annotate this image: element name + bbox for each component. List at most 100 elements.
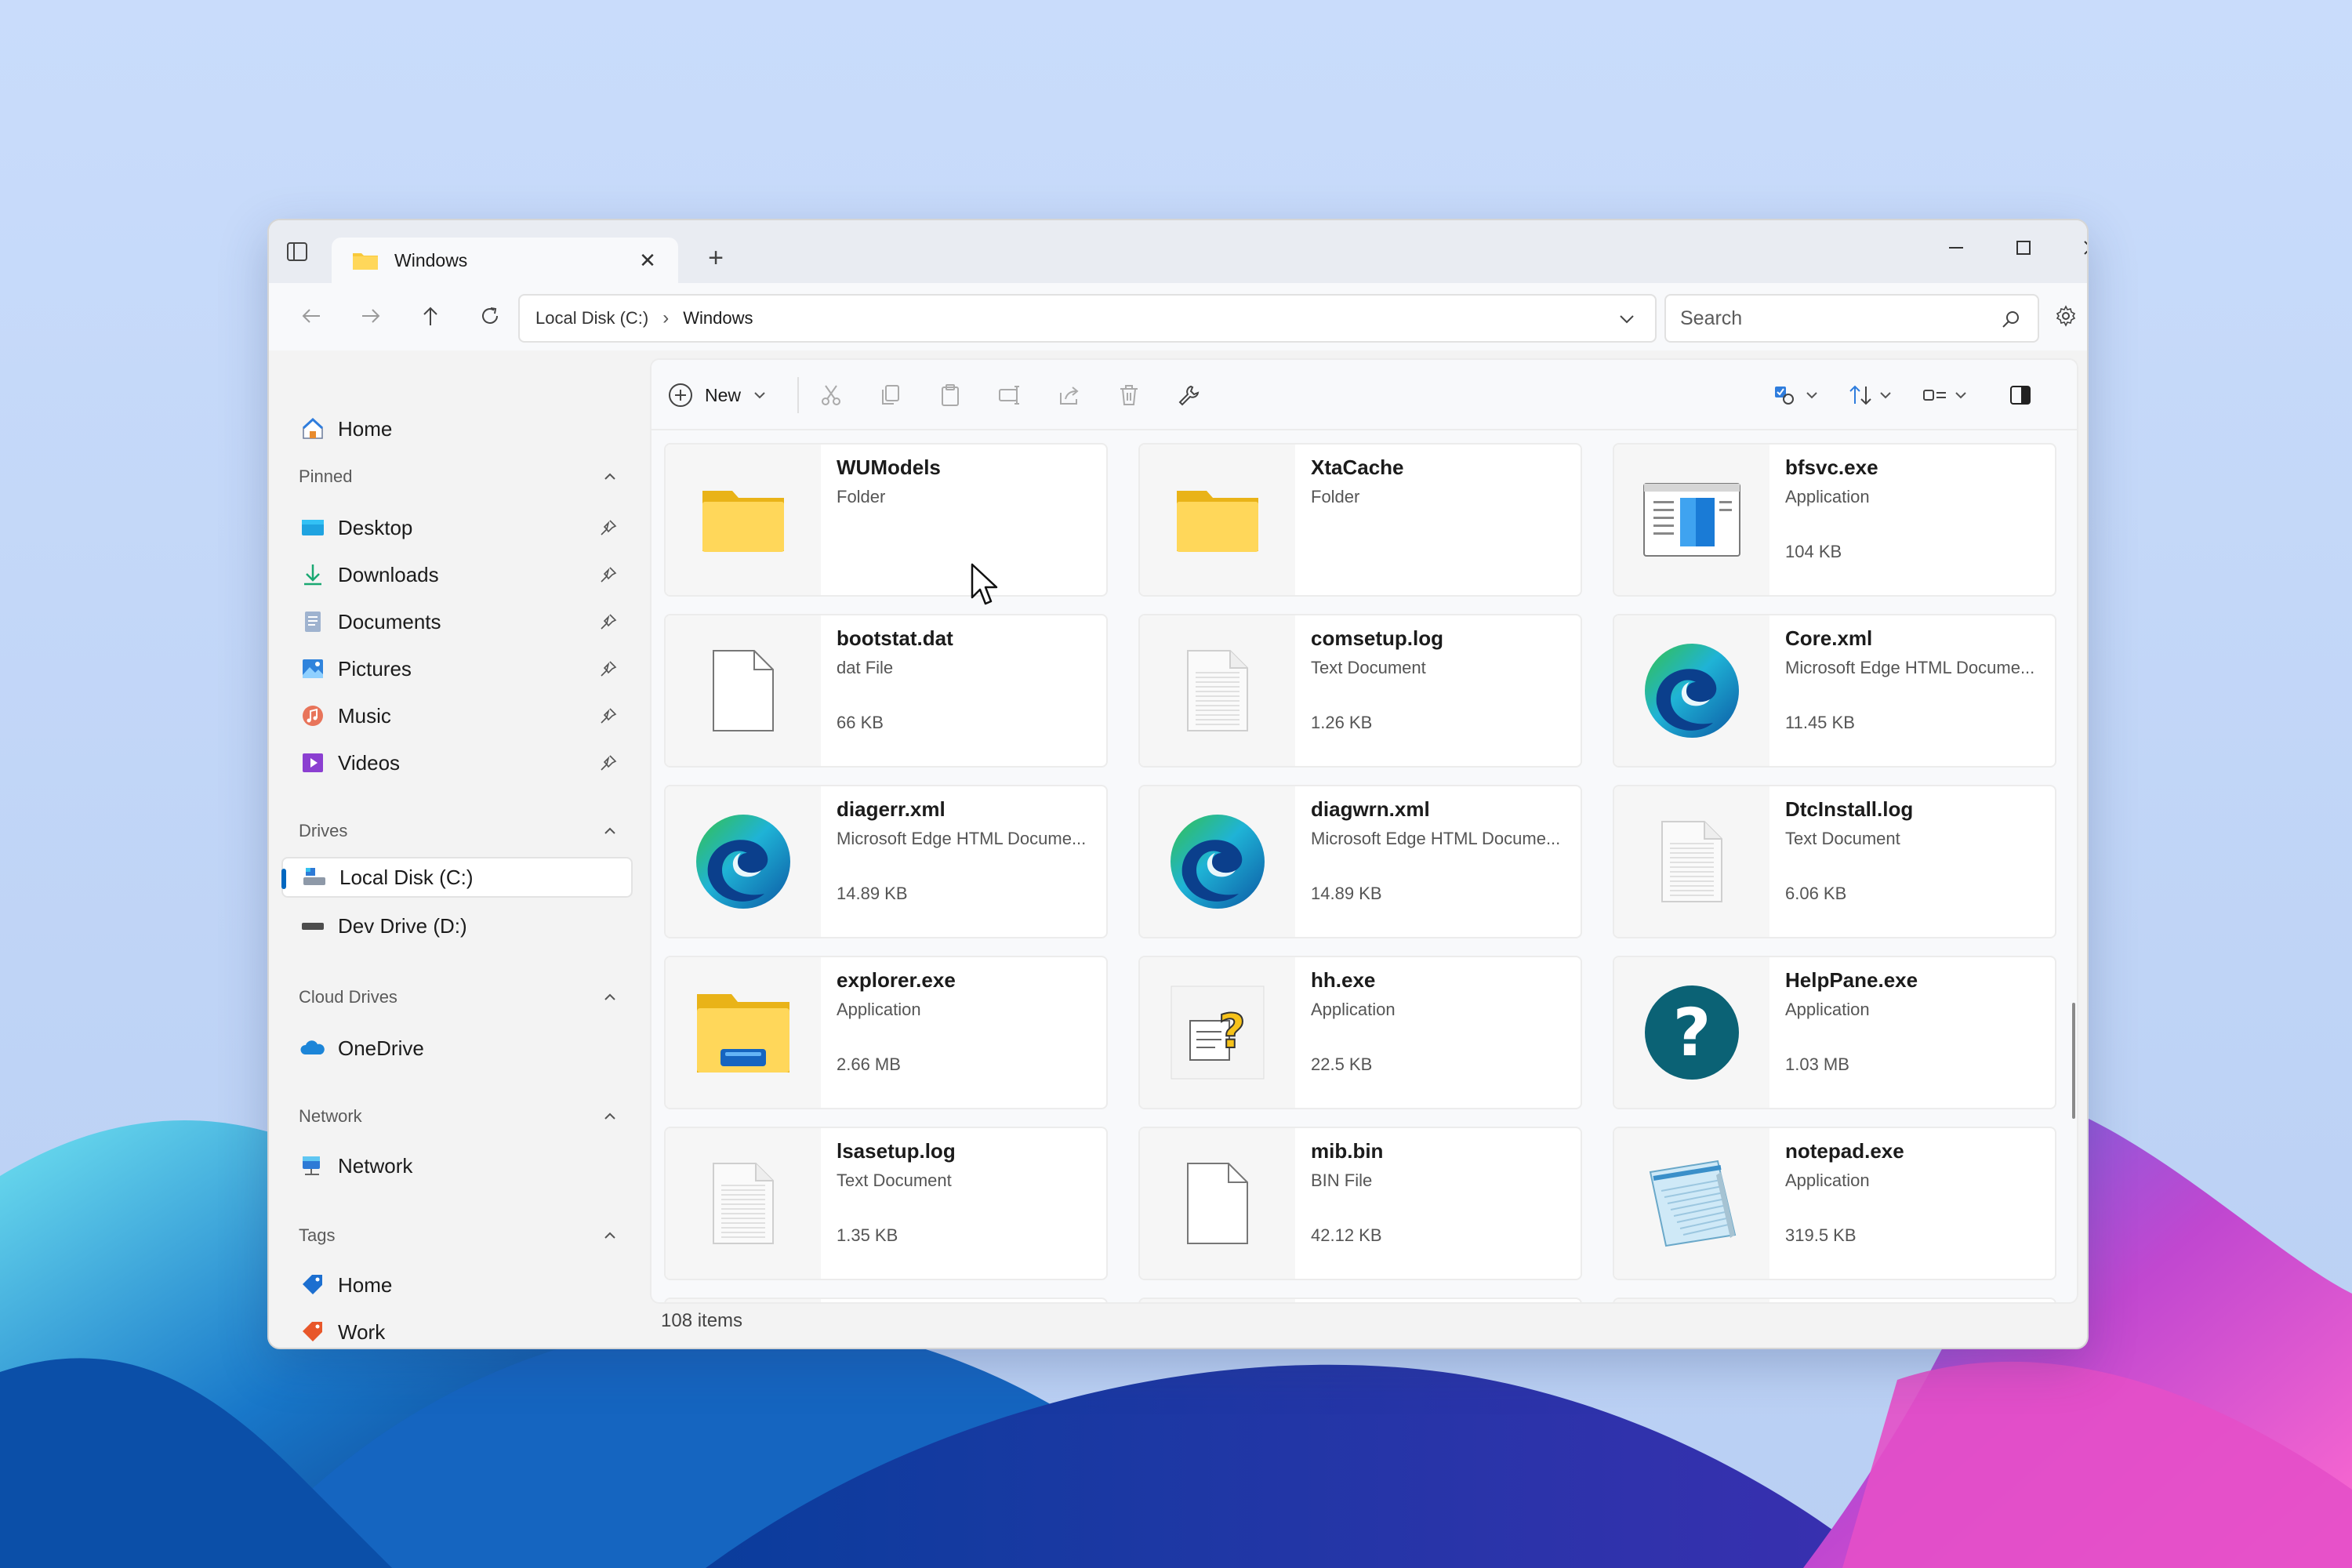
layout-button[interactable] xyxy=(1914,376,1976,414)
share-button[interactable] xyxy=(1051,376,1088,414)
sidebar-item-documents[interactable]: Documents xyxy=(281,601,633,642)
minimize-button[interactable] xyxy=(1933,228,1980,267)
file-card[interactable]: mib.bin BIN File 42.12 KB xyxy=(1138,1127,1582,1280)
drive-icon xyxy=(300,913,325,938)
file-card[interactable]: XtaCache Folder xyxy=(1138,443,1582,597)
tab-windows[interactable]: Windows ✕ xyxy=(332,238,678,283)
share-icon xyxy=(1060,387,1079,405)
edge-icon xyxy=(1614,615,1769,766)
sidebar-item-desktop[interactable]: Desktop xyxy=(281,507,633,548)
file-card[interactable]: bfsvc.exe Application 104 KB xyxy=(1613,443,2056,597)
collapse-tags-button[interactable] xyxy=(598,1224,622,1247)
toggle-sidebar-button[interactable] xyxy=(281,236,313,267)
file-name: bootstat.dat xyxy=(837,626,953,650)
file-card[interactable]: explorer.exe Application 2.66 MB xyxy=(664,956,1108,1109)
toggle-preview-pane-button[interactable] xyxy=(2002,376,2039,414)
file-card[interactable]: notepad.exe Application 319.5 KB xyxy=(1613,1127,2056,1280)
refresh-button[interactable] xyxy=(471,297,509,335)
up-button[interactable] xyxy=(412,297,449,335)
search-box[interactable] xyxy=(1664,294,2039,343)
paste-button[interactable] xyxy=(931,376,969,414)
pin-icon[interactable] xyxy=(598,564,619,585)
arrow-left-icon xyxy=(302,309,320,323)
breadcrumb-local-disk[interactable]: Local Disk (C:) xyxy=(535,308,648,328)
pin-icon[interactable] xyxy=(598,659,619,679)
file-card[interactable]: diagerr.xml Microsoft Edge HTML Docume...… xyxy=(664,785,1108,938)
sort-icon xyxy=(1849,385,1871,405)
sidebar-item-downloads[interactable]: Downloads xyxy=(281,554,633,595)
file-card[interactable]: bootstat.dat dat File 66 KB xyxy=(664,614,1108,768)
sidebar: Home Pinned Desktop Downloads Documents … xyxy=(269,350,645,1348)
desktop-icon xyxy=(300,515,325,540)
file-card[interactable]: Core.xml Microsoft Edge HTML Docume... 11.… xyxy=(1613,614,2056,768)
file-card[interactable]: regedit.exe xyxy=(1613,1298,2056,1302)
wrench-icon xyxy=(1178,385,1200,406)
collapse-drives-button[interactable] xyxy=(598,819,622,843)
file-card[interactable]: PFRO.log xyxy=(664,1298,1108,1302)
file-card[interactable]: ? HelpPane.exe Application 1.03 MB xyxy=(1613,956,2056,1109)
sort-button[interactable] xyxy=(1838,376,1901,414)
sidebar-item-tag-home[interactable]: Home xyxy=(281,1265,633,1305)
regedit-icon xyxy=(1614,1299,1769,1302)
back-button[interactable] xyxy=(292,297,330,335)
vertical-scrollbar[interactable] xyxy=(2072,1003,2075,1119)
sidebar-item-network[interactable]: Network xyxy=(281,1145,633,1186)
layout-icon xyxy=(1923,390,1946,401)
clipboard-icon xyxy=(942,384,959,406)
pin-icon[interactable] xyxy=(598,612,619,632)
file-size: 22.5 KB xyxy=(1311,1054,1373,1074)
properties-button[interactable] xyxy=(1170,376,1207,414)
file-card[interactable]: Professional.xml xyxy=(1138,1298,1582,1302)
sidebar-item-dev-drive[interactable]: Dev Drive (D:) xyxy=(281,906,633,946)
sidebar-item-videos[interactable]: Videos xyxy=(281,742,633,783)
file-card[interactable]: comsetup.log Text Document 1.26 KB xyxy=(1138,614,1582,768)
file-size: 66 KB xyxy=(837,713,884,732)
address-dropdown-button[interactable] xyxy=(1613,305,1641,333)
file-card[interactable]: diagwrn.xml Microsoft Edge HTML Docume...… xyxy=(1138,785,1582,938)
close-window-button[interactable] xyxy=(2067,228,2087,267)
pin-icon[interactable] xyxy=(598,706,619,726)
pin-icon[interactable] xyxy=(598,517,619,538)
file-type: Application xyxy=(1785,487,1870,506)
file-size: 104 KB xyxy=(1785,542,1842,561)
delete-button[interactable] xyxy=(1110,376,1148,414)
breadcrumb-windows[interactable]: Windows xyxy=(683,308,753,328)
new-tab-button[interactable]: + xyxy=(699,241,733,275)
arrow-up-icon xyxy=(423,307,437,325)
sidebar-item-onedrive[interactable]: OneDrive xyxy=(281,1028,633,1069)
collapse-network-button[interactable] xyxy=(598,1105,622,1128)
new-button[interactable]: New xyxy=(667,376,785,414)
search-icon[interactable] xyxy=(1997,305,2025,333)
sidebar-item-home[interactable]: Home xyxy=(281,408,633,449)
sidebar-item-pictures[interactable]: Pictures xyxy=(281,648,633,689)
settings-button[interactable] xyxy=(2047,297,2085,335)
collapse-cloud-drives-button[interactable] xyxy=(598,985,622,1009)
sidebar-item-local-disk[interactable]: Local Disk (C:) xyxy=(281,857,633,898)
file-size: 1.35 KB xyxy=(837,1225,898,1245)
cut-button[interactable] xyxy=(812,376,850,414)
file-name: explorer.exe xyxy=(837,968,956,992)
collapse-pinned-button[interactable] xyxy=(598,465,622,488)
forward-button[interactable] xyxy=(352,297,390,335)
close-tab-button[interactable]: ✕ xyxy=(634,247,661,274)
cloud-icon xyxy=(300,1036,325,1061)
maximize-button[interactable] xyxy=(2000,228,2047,267)
search-input[interactable] xyxy=(1680,303,1978,333)
file-type: dat File xyxy=(837,658,894,677)
file-card[interactable]: WUModels Folder xyxy=(664,443,1108,597)
file-name: lsasetup.log xyxy=(837,1139,956,1163)
file-tags-button[interactable] xyxy=(1765,376,1828,414)
chevron-up-icon xyxy=(604,473,615,480)
rename-button[interactable] xyxy=(991,376,1029,414)
file-card[interactable]: DtcInstall.log Text Document 6.06 KB xyxy=(1613,785,2056,938)
file-card[interactable]: ? hh.exe Application 22.5 KB xyxy=(1138,956,1582,1109)
pin-icon[interactable] xyxy=(598,753,619,773)
sidebar-item-tag-work[interactable]: Work xyxy=(281,1312,633,1348)
file-card[interactable]: lsasetup.log Text Document 1.35 KB xyxy=(664,1127,1108,1280)
maximize-icon xyxy=(2016,241,2031,255)
address-bar[interactable]: Local Disk (C:) › Windows xyxy=(518,294,1657,343)
chevron-down-icon xyxy=(1620,315,1634,324)
file-type: Application xyxy=(837,1000,921,1019)
sidebar-item-music[interactable]: Music xyxy=(281,695,633,736)
copy-button[interactable] xyxy=(872,376,909,414)
